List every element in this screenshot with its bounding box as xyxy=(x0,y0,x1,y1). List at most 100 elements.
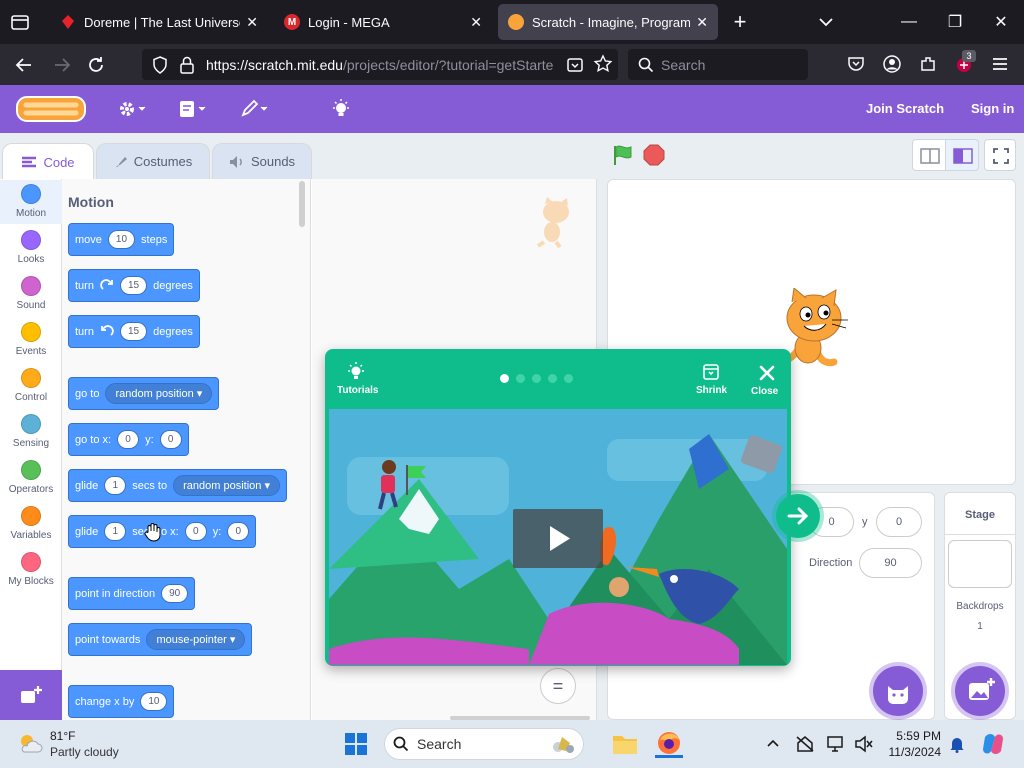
edit-menu-icon[interactable] xyxy=(240,98,270,120)
block-number-input[interactable]: 10 xyxy=(107,230,136,249)
lock-icon[interactable] xyxy=(178,55,196,75)
tutorials-label[interactable]: Tutorials xyxy=(337,385,378,396)
block-change-x[interactable]: change x by 10 xyxy=(68,685,175,718)
tutorial-page-dot[interactable] xyxy=(532,374,541,383)
extensions-icon[interactable] xyxy=(918,54,938,74)
bookmark-star-icon[interactable] xyxy=(593,54,613,74)
sprite-y-field[interactable]: 0 xyxy=(876,507,922,537)
block-number-input[interactable]: 10 xyxy=(140,692,168,711)
notification-bell-icon[interactable] xyxy=(948,735,966,753)
settings-gear-icon[interactable] xyxy=(118,98,148,120)
category-operators[interactable]: Operators xyxy=(0,460,62,495)
weather-sun-cloud-icon[interactable] xyxy=(16,730,44,758)
close-window-button[interactable]: ✕ xyxy=(978,0,1024,44)
new-tab-button[interactable]: + xyxy=(728,10,752,34)
minimize-button[interactable]: — xyxy=(886,0,932,44)
block-glide-to[interactable]: glide 1 secs to random position ▾ xyxy=(68,469,287,502)
tutorial-page-dot[interactable] xyxy=(500,374,509,383)
file-menu-icon[interactable] xyxy=(178,98,208,120)
block-number-input[interactable]: 0 xyxy=(117,430,140,449)
palette-scrollbar[interactable] xyxy=(299,181,305,227)
zoom-reset-button[interactable]: = xyxy=(540,668,576,704)
sign-in-link[interactable]: Sign in xyxy=(971,101,1014,116)
category-my-blocks[interactable]: My Blocks xyxy=(0,552,62,587)
block-dropdown[interactable]: random position ▾ xyxy=(173,475,280,496)
category-motion[interactable]: Motion xyxy=(0,184,62,219)
block-point-in-direction[interactable]: point in direction 90 xyxy=(68,577,196,610)
choose-sprite-button[interactable] xyxy=(873,666,923,716)
next-step-arrow-button[interactable] xyxy=(776,494,820,538)
pocket-icon[interactable] xyxy=(846,54,866,74)
windows-start-icon[interactable] xyxy=(344,732,368,756)
block-number-input[interactable]: 0 xyxy=(227,522,250,541)
shield-icon[interactable] xyxy=(150,55,170,75)
direction-field[interactable]: 90 xyxy=(859,548,922,578)
join-scratch-link[interactable]: Join Scratch xyxy=(866,101,944,116)
choose-backdrop-button[interactable] xyxy=(955,666,1005,716)
search-bar[interactable] xyxy=(628,49,808,80)
shrink-icon[interactable] xyxy=(702,363,720,381)
category-looks[interactable]: Looks xyxy=(0,230,62,265)
block-number-input[interactable]: 90 xyxy=(161,584,189,603)
category-control[interactable]: Control xyxy=(0,368,62,403)
close-icon[interactable] xyxy=(759,365,775,381)
reload-icon[interactable] xyxy=(84,53,108,77)
block-turn-left[interactable]: turn 15 degrees xyxy=(68,315,200,348)
tutorial-page-dot[interactable] xyxy=(516,374,525,383)
block-move-steps[interactable]: move 10 steps xyxy=(68,223,175,256)
block-number-input[interactable]: 0 xyxy=(159,430,182,449)
hamburger-menu-icon[interactable] xyxy=(990,54,1010,74)
block-number-input[interactable]: 1 xyxy=(104,522,127,541)
tab-costumes[interactable]: Costumes xyxy=(96,143,210,179)
block-dropdown[interactable]: random position ▾ xyxy=(105,383,213,404)
block-number-input[interactable]: 0 xyxy=(184,522,207,541)
volume-muted-icon[interactable] xyxy=(854,735,874,753)
tutorials-lightbulb-icon[interactable] xyxy=(330,98,352,120)
shrink-label[interactable]: Shrink xyxy=(696,385,727,396)
copilot-icon[interactable] xyxy=(980,731,1006,757)
clock-time[interactable]: 5:59 PM xyxy=(885,729,941,743)
back-arrow-icon[interactable] xyxy=(12,53,36,77)
reader-view-icon[interactable] xyxy=(565,55,585,75)
chevron-up-icon[interactable] xyxy=(765,736,781,752)
category-events[interactable]: Events xyxy=(0,322,62,357)
category-variables[interactable]: Variables xyxy=(0,506,62,541)
stop-sign-icon[interactable] xyxy=(643,144,665,166)
weather-description[interactable]: Partly cloudy xyxy=(50,745,119,759)
tutorial-page-dot[interactable] xyxy=(564,374,573,383)
tutorial-page-dot[interactable] xyxy=(548,374,557,383)
close-tab-icon[interactable]: ✕ xyxy=(696,14,708,31)
close-tab-icon[interactable]: ✕ xyxy=(470,14,482,31)
small-stage-button[interactable] xyxy=(912,139,946,171)
weather-temperature[interactable]: 81°F xyxy=(50,729,75,743)
block-number-input[interactable]: 15 xyxy=(119,322,148,341)
block-point-towards[interactable]: point towards mouse-pointer ▾ xyxy=(68,623,253,656)
browser-tab[interactable]: M Login - MEGA ✕ xyxy=(274,4,492,40)
file-explorer-icon[interactable] xyxy=(611,731,639,757)
account-icon[interactable] xyxy=(882,54,902,74)
tab-list-icon[interactable] xyxy=(8,10,32,34)
block-number-input[interactable]: 1 xyxy=(104,476,127,495)
tab-code[interactable]: Code xyxy=(2,143,94,180)
tab-sounds[interactable]: Sounds xyxy=(212,143,312,179)
firefox-app-icon[interactable] xyxy=(655,730,683,758)
url-text[interactable]: https://scratch.mit.edu/projects/editor/… xyxy=(206,57,558,73)
category-sensing[interactable]: Sensing xyxy=(0,414,62,449)
block-glide-to-xy[interactable]: glide 1 secs to x: 0 y: 0 xyxy=(68,515,257,548)
display-icon[interactable] xyxy=(826,735,846,753)
block-go-to-xy[interactable]: go to x: 0 y: 0 xyxy=(68,423,189,456)
browser-tab[interactable]: Doreme | The Last Universe Wik ✕ xyxy=(50,4,268,40)
close-tab-icon[interactable]: ✕ xyxy=(246,14,258,31)
backdrop-thumbnail[interactable] xyxy=(948,540,1012,588)
video-play-button[interactable] xyxy=(513,509,603,568)
add-extension-button[interactable] xyxy=(0,670,62,720)
close-label[interactable]: Close xyxy=(751,386,778,397)
maximize-button[interactable]: ❐ xyxy=(932,0,978,44)
block-dropdown[interactable]: mouse-pointer ▾ xyxy=(146,629,246,650)
category-sound[interactable]: Sound xyxy=(0,276,62,311)
green-flag-icon[interactable] xyxy=(611,144,635,166)
browser-tab-active[interactable]: Scratch - Imagine, Program, Sh ✕ xyxy=(498,4,718,40)
forward-arrow-icon[interactable] xyxy=(50,53,74,77)
block-go-to[interactable]: go to random position ▾ xyxy=(68,377,220,410)
block-number-input[interactable]: 15 xyxy=(119,276,148,295)
